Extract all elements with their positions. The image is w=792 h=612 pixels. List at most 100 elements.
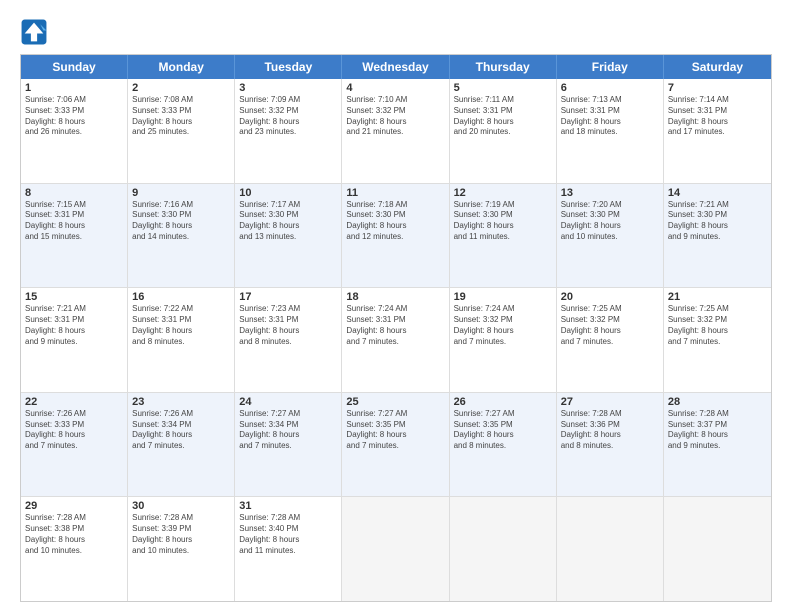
calendar-row-3: 15Sunrise: 7:21 AMSunset: 3:31 PMDayligh… bbox=[21, 287, 771, 392]
cell-line-21-3: and 7 minutes. bbox=[668, 337, 767, 348]
cell-line-12-3: and 11 minutes. bbox=[454, 232, 552, 243]
cell-line-28-1: Sunset: 3:37 PM bbox=[668, 420, 767, 431]
day-number-24: 24 bbox=[239, 396, 337, 408]
calendar-row-4: 22 Sunrise: 7:26 AM Sunset: 3:33 PM Dayligh… bbox=[21, 392, 771, 497]
day-number-1: 1 bbox=[25, 82, 123, 94]
day-number-7: 7 bbox=[668, 82, 767, 94]
cell-line-4-0: Sunrise: 7:10 AM bbox=[346, 95, 444, 106]
cell-line-25-2: Daylight: 8 hours bbox=[346, 430, 444, 441]
header-day-monday: Monday bbox=[128, 55, 235, 79]
cell-line-23-0: Sunrise: 7:26 AM bbox=[132, 409, 230, 420]
cell-line-18-0: Sunrise: 7:24 AM bbox=[346, 304, 444, 315]
cell-line-27-0: Sunrise: 7:28 AM bbox=[561, 409, 659, 420]
calendar-body: 1Sunrise: 7:06 AMSunset: 3:33 PMDaylight… bbox=[21, 79, 771, 601]
cell-line-1-0: Sunrise: 7:06 AM bbox=[25, 95, 123, 106]
header-day-saturday: Saturday bbox=[664, 55, 771, 79]
day-number-20: 20 bbox=[561, 291, 659, 303]
cell-line-21-2: Daylight: 8 hours bbox=[668, 326, 767, 337]
cell-line-15-3: and 9 minutes. bbox=[25, 337, 123, 348]
header-day-thursday: Thursday bbox=[450, 55, 557, 79]
empty-cell-w5-d6 bbox=[664, 497, 771, 601]
day-number-23: 23 bbox=[132, 396, 230, 408]
day-cell-29: 29Sunrise: 7:28 AMSunset: 3:38 PMDayligh… bbox=[21, 497, 128, 601]
cell-line-27-2: Daylight: 8 hours bbox=[561, 430, 659, 441]
day-number-28: 28 bbox=[668, 396, 767, 408]
day-cell-24: 24Sunrise: 7:27 AMSunset: 3:34 PMDayligh… bbox=[235, 393, 342, 497]
day-number-12: 12 bbox=[454, 187, 552, 199]
cell-line-24-2: Daylight: 8 hours bbox=[239, 430, 337, 441]
cell-line-2-2: Daylight: 8 hours bbox=[132, 117, 230, 128]
cell-line-28-0: Sunrise: 7:28 AM bbox=[668, 409, 767, 420]
cell-line-10-3: and 13 minutes. bbox=[239, 232, 337, 243]
day-number-19: 19 bbox=[454, 291, 552, 303]
cell-line-12-0: Sunrise: 7:19 AM bbox=[454, 200, 552, 211]
cell-line-13-2: Daylight: 8 hours bbox=[561, 221, 659, 232]
cell-line-31-3: and 11 minutes. bbox=[239, 546, 337, 557]
empty-cell-w5-d4 bbox=[450, 497, 557, 601]
cell-line-15-2: Daylight: 8 hours bbox=[25, 326, 123, 337]
cell-line-18-3: and 7 minutes. bbox=[346, 337, 444, 348]
cell-line-13-0: Sunrise: 7:20 AM bbox=[561, 200, 659, 211]
cell-line-20-0: Sunrise: 7:25 AM bbox=[561, 304, 659, 315]
cell-line-5-2: Daylight: 8 hours bbox=[454, 117, 552, 128]
cell-line-4-3: and 21 minutes. bbox=[346, 127, 444, 138]
cell-line-20-3: and 7 minutes. bbox=[561, 337, 659, 348]
day-number-3: 3 bbox=[239, 82, 337, 94]
cell-line-15-1: Sunset: 3:31 PM bbox=[25, 315, 123, 326]
day-number-13: 13 bbox=[561, 187, 659, 199]
cell-line-11-2: Daylight: 8 hours bbox=[346, 221, 444, 232]
cell-line-8-2: Daylight: 8 hours bbox=[25, 221, 123, 232]
day-cell-18: 18Sunrise: 7:24 AMSunset: 3:31 PMDayligh… bbox=[342, 288, 449, 392]
cell-line-1-2: Daylight: 8 hours bbox=[25, 117, 123, 128]
day-number-30: 30 bbox=[132, 500, 230, 512]
day-cell-2: 2Sunrise: 7:08 AMSunset: 3:33 PMDaylight… bbox=[128, 79, 235, 183]
cell-line-1-1: Sunset: 3:33 PM bbox=[25, 106, 123, 117]
cell-line-2-3: and 25 minutes. bbox=[132, 127, 230, 138]
cell-line-7-0: Sunrise: 7:14 AM bbox=[668, 95, 767, 106]
cell-line-31-2: Daylight: 8 hours bbox=[239, 535, 337, 546]
cell-line-23-2: Daylight: 8 hours bbox=[132, 430, 230, 441]
cell-line-20-1: Sunset: 3:32 PM bbox=[561, 315, 659, 326]
day-cell-25: 25Sunrise: 7:27 AMSunset: 3:35 PMDayligh… bbox=[342, 393, 449, 497]
header bbox=[20, 18, 772, 46]
cell-line-19-1: Sunset: 3:32 PM bbox=[454, 315, 552, 326]
cell-line-16-2: Daylight: 8 hours bbox=[132, 326, 230, 337]
logo-icon bbox=[20, 18, 48, 46]
cell-line-6-1: Sunset: 3:31 PM bbox=[561, 106, 659, 117]
day-cell-4: 4Sunrise: 7:10 AMSunset: 3:32 PMDaylight… bbox=[342, 79, 449, 183]
day-cell-14: 14Sunrise: 7:21 AMSunset: 3:30 PMDayligh… bbox=[664, 184, 771, 288]
calendar-row-5: 29Sunrise: 7:28 AMSunset: 3:38 PMDayligh… bbox=[21, 496, 771, 601]
cell-line-25-0: Sunrise: 7:27 AM bbox=[346, 409, 444, 420]
cell-line-21-1: Sunset: 3:32 PM bbox=[668, 315, 767, 326]
cell-line-22-1: Sunset: 3:33 PM bbox=[25, 420, 123, 431]
day-number-4: 4 bbox=[346, 82, 444, 94]
cell-line-8-3: and 15 minutes. bbox=[25, 232, 123, 243]
day-number-16: 16 bbox=[132, 291, 230, 303]
day-number-26: 26 bbox=[454, 396, 552, 408]
page: SundayMondayTuesdayWednesdayThursdayFrid… bbox=[0, 0, 792, 612]
day-number-14: 14 bbox=[668, 187, 767, 199]
cell-line-26-2: Daylight: 8 hours bbox=[454, 430, 552, 441]
cell-line-9-3: and 14 minutes. bbox=[132, 232, 230, 243]
cell-line-9-1: Sunset: 3:30 PM bbox=[132, 210, 230, 221]
cell-line-29-0: Sunrise: 7:28 AM bbox=[25, 513, 123, 524]
cell-line-12-2: Daylight: 8 hours bbox=[454, 221, 552, 232]
cell-line-17-0: Sunrise: 7:23 AM bbox=[239, 304, 337, 315]
cell-line-7-1: Sunset: 3:31 PM bbox=[668, 106, 767, 117]
cell-line-28-3: and 9 minutes. bbox=[668, 441, 767, 452]
cell-line-7-3: and 17 minutes. bbox=[668, 127, 767, 138]
day-number-18: 18 bbox=[346, 291, 444, 303]
day-cell-17: 17Sunrise: 7:23 AMSunset: 3:31 PMDayligh… bbox=[235, 288, 342, 392]
day-cell-12: 12Sunrise: 7:19 AMSunset: 3:30 PMDayligh… bbox=[450, 184, 557, 288]
day-number-21: 21 bbox=[668, 291, 767, 303]
cell-line-2-0: Sunrise: 7:08 AM bbox=[132, 95, 230, 106]
day-number-6: 6 bbox=[561, 82, 659, 94]
empty-cell-w5-d5 bbox=[557, 497, 664, 601]
day-number-22: 22 bbox=[25, 396, 123, 408]
cell-line-27-3: and 8 minutes. bbox=[561, 441, 659, 452]
cell-line-6-3: and 18 minutes. bbox=[561, 127, 659, 138]
calendar: SundayMondayTuesdayWednesdayThursdayFrid… bbox=[20, 54, 772, 602]
day-cell-1: 1Sunrise: 7:06 AMSunset: 3:33 PMDaylight… bbox=[21, 79, 128, 183]
day-cell-30: 30Sunrise: 7:28 AMSunset: 3:39 PMDayligh… bbox=[128, 497, 235, 601]
cell-line-11-1: Sunset: 3:30 PM bbox=[346, 210, 444, 221]
